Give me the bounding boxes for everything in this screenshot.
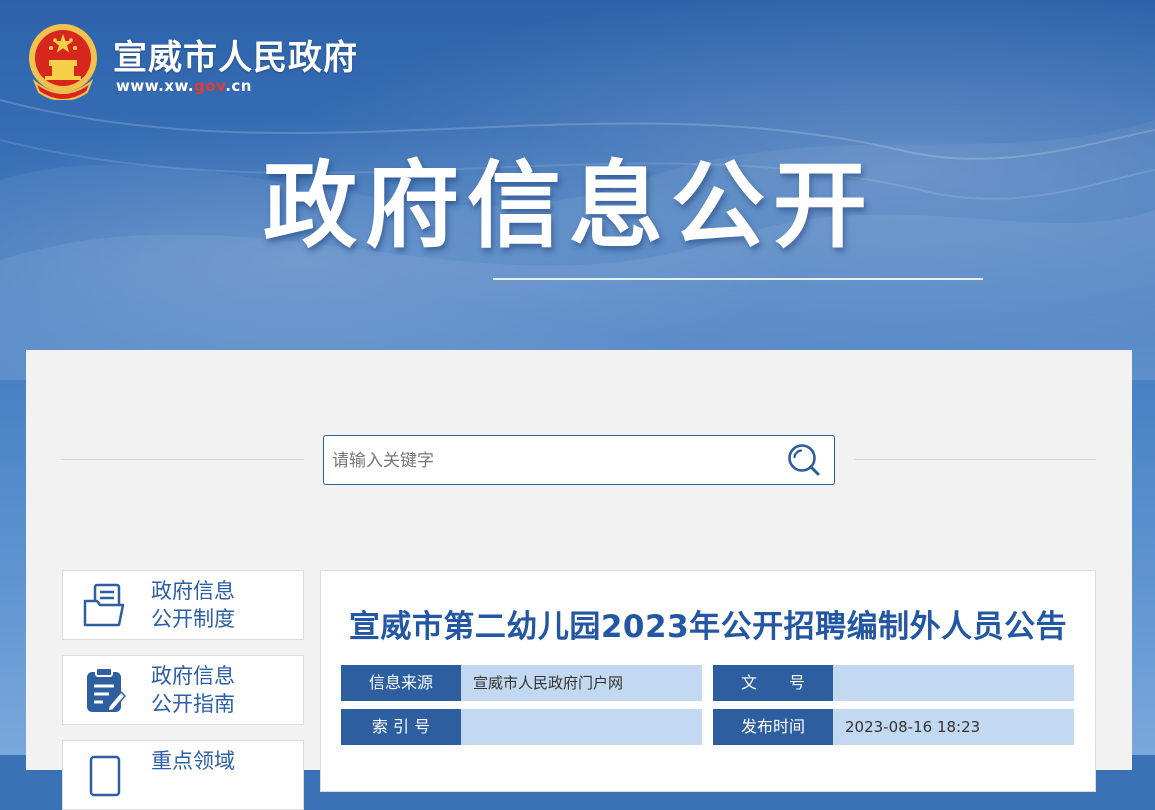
meta-label: 文 号 bbox=[713, 665, 833, 701]
meta-doc-number: 文 号 bbox=[713, 665, 1074, 701]
url-suffix: .cn bbox=[225, 77, 252, 95]
national-emblem-icon bbox=[29, 24, 97, 100]
search-icon[interactable] bbox=[786, 442, 822, 478]
label-line-1: 政府信息 bbox=[151, 664, 235, 688]
article-card: 宣威市第二幼儿园2023年公开招聘编制外人员公告 信息来源 宣威市人民政府门户网… bbox=[320, 570, 1096, 792]
meta-label: 索 引 号 bbox=[341, 709, 461, 745]
meta-value bbox=[461, 709, 702, 745]
sidebar-item-label: 政府信息 公开制度 bbox=[151, 577, 235, 633]
search-input[interactable] bbox=[330, 436, 784, 486]
meta-value bbox=[833, 665, 1074, 701]
search-divider-left bbox=[61, 459, 304, 460]
folder-document-icon bbox=[83, 583, 125, 627]
clipboard-edit-icon bbox=[87, 667, 127, 712]
meta-source: 信息来源 宣威市人民政府门户网 bbox=[341, 665, 702, 701]
content-panel: 政府信息 公开制度 政府信息 公开指南 重点领域 宣威市第二幼儿园2023年公开… bbox=[26, 350, 1132, 810]
meta-value: 2023-08-16 18:23 bbox=[833, 709, 1074, 745]
sidebar-item-disclosure-guide[interactable]: 政府信息 公开指南 bbox=[62, 655, 304, 725]
document-icon bbox=[89, 755, 121, 797]
meta-publish-time: 发布时间 2023-08-16 18:23 bbox=[713, 709, 1074, 745]
label-line-2: 公开指南 bbox=[151, 692, 235, 716]
hero-title: 政府信息公开 bbox=[263, 152, 876, 261]
site-name[interactable]: 宣威市人民政府 bbox=[113, 30, 358, 79]
url-prefix: www.xw. bbox=[116, 77, 195, 95]
search-box bbox=[323, 435, 835, 486]
meta-label: 信息来源 bbox=[341, 665, 461, 701]
label-line-2: 公开制度 bbox=[151, 607, 235, 631]
sidebar-item-label: 政府信息 公开指南 bbox=[151, 662, 235, 718]
sidebar-item-label: 重点领域 bbox=[151, 747, 235, 775]
meta-label: 发布时间 bbox=[713, 709, 833, 745]
meta-index-number: 索 引 号 bbox=[341, 709, 702, 745]
site-url[interactable]: www.xw.gov.cn bbox=[116, 77, 252, 95]
search-divider-right bbox=[854, 459, 1096, 460]
label-line-1: 政府信息 bbox=[151, 579, 235, 603]
sidebar-item-disclosure-system[interactable]: 政府信息 公开制度 bbox=[62, 570, 304, 640]
article-title: 宣威市第二幼儿园2023年公开招聘编制外人员公告 bbox=[348, 609, 1068, 645]
label-line-1: 重点领域 bbox=[151, 749, 235, 773]
meta-value: 宣威市人民政府门户网 bbox=[461, 665, 702, 701]
sidebar-item-key-areas[interactable]: 重点领域 bbox=[62, 740, 304, 810]
url-gov: gov bbox=[194, 77, 226, 95]
hero-underline bbox=[493, 278, 983, 280]
